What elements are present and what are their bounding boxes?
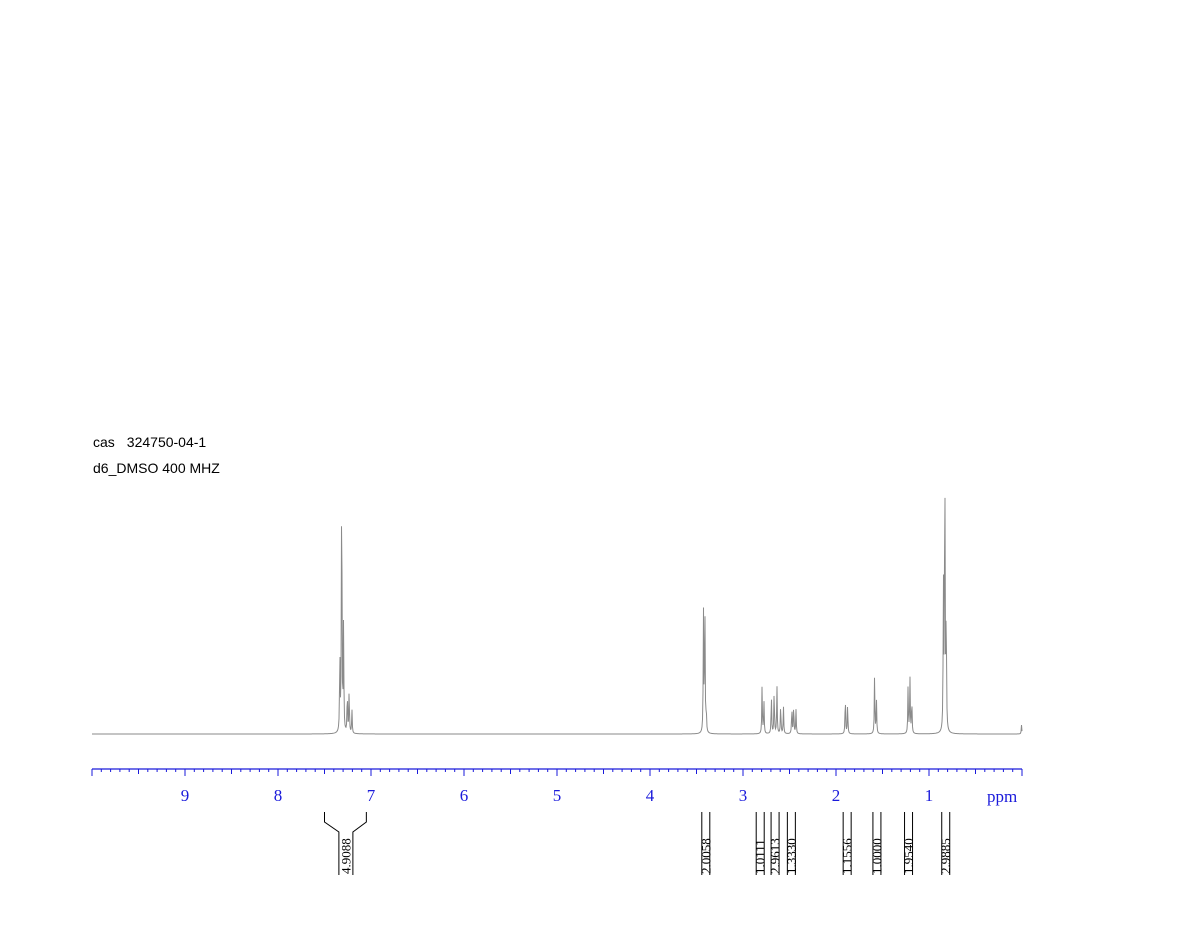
- integral-value: 2.0058: [698, 838, 713, 874]
- integral-value: 1.0000: [869, 838, 884, 874]
- tick-label-9: 9: [181, 786, 190, 805]
- tick-label-8: 8: [274, 786, 283, 805]
- tick-label-7: 7: [367, 786, 376, 805]
- integral-value: 2.9613: [768, 838, 783, 874]
- integration-regions: 4.9088 2.0058 1.0111 2.9613 1.3330 1.1556 1.00…: [324, 812, 953, 875]
- x-axis-label: ppm: [987, 787, 1017, 806]
- integral-6: 1.0000: [869, 812, 884, 875]
- ppm-axis: 9 8 7 6 5 4 3 2 1: [91, 768, 1023, 805]
- integral-0: 4.9088: [324, 812, 367, 875]
- spectrum-trace: [92, 497, 1023, 735]
- integral-value: 1.1556: [840, 838, 855, 874]
- tick-label-5: 5: [553, 786, 562, 805]
- integral-8: 2.9885: [938, 812, 953, 875]
- integral-value: 1.0111: [753, 839, 768, 874]
- tick-label-2: 2: [832, 786, 841, 805]
- nmr-spectrum-chart: 9 8 7 6 5 4 3 2 1 4.9088 2.0058 1.0111 2.9613 1.3330…: [91, 497, 1023, 875]
- integral-value: 1.3330: [784, 838, 799, 874]
- integral-value: 1.9540: [901, 838, 916, 874]
- tick-label-3: 3: [739, 786, 748, 805]
- tick-label-6: 6: [460, 786, 469, 805]
- spectrum-layer: [92, 497, 1023, 735]
- integral-3: 2.9613: [768, 812, 783, 875]
- integral-2: 1.0111: [753, 812, 768, 875]
- integral-value: 4.9088: [338, 838, 353, 874]
- integral-1: 2.0058: [698, 812, 713, 875]
- integral-5: 1.1556: [840, 812, 855, 875]
- integral-4: 1.3330: [784, 812, 799, 875]
- integral-7: 1.9540: [901, 812, 916, 875]
- tick-label-4: 4: [646, 786, 655, 805]
- tick-label-1: 1: [925, 786, 934, 805]
- integral-value: 2.9885: [938, 838, 953, 874]
